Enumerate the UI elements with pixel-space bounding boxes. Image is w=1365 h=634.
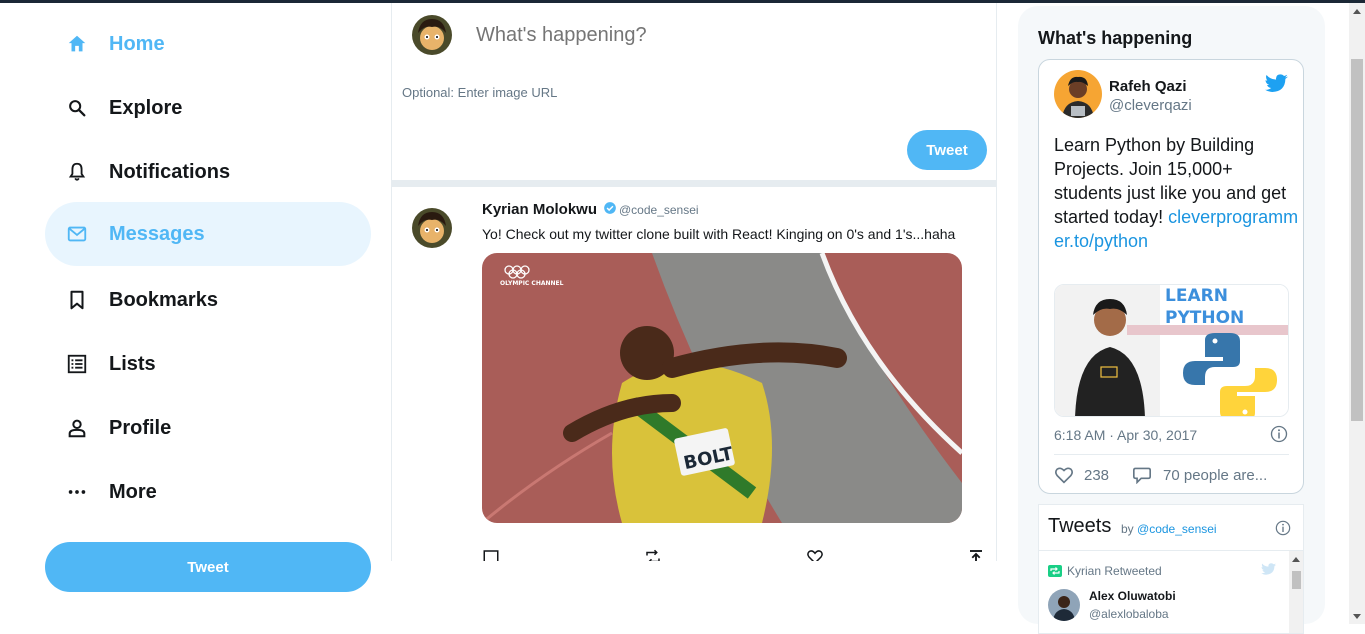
bell-icon: [65, 160, 89, 184]
timeline-scrollbar-thumb[interactable]: [1292, 571, 1301, 589]
sidebar-item-more[interactable]: More: [45, 460, 371, 524]
card-author-handle[interactable]: @cleverqazi: [1109, 97, 1192, 114]
timeline-title: Tweets: [1048, 515, 1112, 537]
page-scrollbar-thumb[interactable]: [1351, 59, 1363, 421]
sidebar-item-label: Messages: [109, 222, 205, 245]
sidebar-tweet-button[interactable]: Tweet: [45, 542, 371, 592]
sidebar-item-home[interactable]: Home: [45, 12, 371, 76]
verified-icon: [603, 201, 617, 220]
heart-icon[interactable]: [1054, 466, 1074, 484]
post-avatar[interactable]: [412, 208, 452, 248]
retweet-author-name[interactable]: Alex Oluwatobi: [1089, 589, 1176, 603]
reply-bubble-icon[interactable]: [1132, 466, 1152, 485]
home-icon: [65, 32, 89, 56]
twitter-bird-icon[interactable]: [1265, 74, 1289, 94]
sidebar-item-profile[interactable]: Profile: [45, 396, 371, 460]
sidebar-item-lists[interactable]: Lists: [45, 332, 371, 396]
image-url-input[interactable]: Optional: Enter image URL: [402, 85, 557, 100]
compose-input[interactable]: [474, 23, 978, 48]
widgets-title: What's happening: [1038, 28, 1193, 48]
sidebar-item-label: Notifications: [109, 160, 231, 183]
sidebar: Home Explore Notifications Messages Book…: [0, 3, 391, 624]
divider: [392, 180, 996, 187]
retweet-author-handle[interactable]: @alexlobaloba: [1089, 607, 1169, 621]
post-author-handle[interactable]: @code_sensei: [619, 203, 699, 217]
card-author-name[interactable]: Rafeh Qazi: [1109, 78, 1187, 95]
card-timestamp[interactable]: 6:18 AM · Apr 30, 2017: [1054, 427, 1197, 443]
heart-icon[interactable]: [806, 548, 824, 561]
divider: [1054, 454, 1289, 455]
scroll-down-arrow-icon[interactable]: [1353, 614, 1361, 619]
twitter-bird-icon[interactable]: [1261, 563, 1277, 576]
compose-tweet-button[interactable]: Tweet: [907, 130, 987, 170]
scroll-up-arrow-icon[interactable]: [1292, 557, 1300, 562]
page-scrollbar[interactable]: [1349, 3, 1365, 624]
comment-icon[interactable]: [482, 548, 500, 561]
sidebar-item-explore[interactable]: Explore: [45, 76, 371, 140]
replies-text[interactable]: 70 people are...: [1163, 467, 1267, 484]
card-avatar[interactable]: [1054, 70, 1102, 118]
widgets-panel: What's happening Rafeh Qazi @cleverqazi …: [1018, 6, 1325, 634]
like-count: 238: [1084, 467, 1110, 484]
sidebar-item-label: Home: [109, 32, 165, 55]
sidebar-item-messages[interactable]: Messages: [45, 202, 371, 266]
more-icon: [65, 480, 89, 504]
timeline-scrollbar[interactable]: [1289, 551, 1303, 633]
timeline-by: by @code_sensei: [1121, 522, 1217, 536]
timeline-author-link[interactable]: @code_sensei: [1137, 522, 1217, 536]
card-media[interactable]: LEARN PYTHON: [1054, 284, 1289, 417]
divider: [1039, 550, 1303, 551]
card-text: Learn Python by Building Projects. Join …: [1054, 133, 1304, 253]
search-icon: [65, 96, 89, 120]
sidebar-item-label: More: [109, 480, 157, 503]
scroll-up-arrow-icon[interactable]: [1353, 9, 1361, 14]
compose-avatar: [412, 15, 452, 55]
sidebar-item-label: Profile: [109, 416, 172, 439]
post-author-name[interactable]: Kyrian Molokwu: [482, 201, 597, 218]
feed: Optional: Enter image URL Tweet Kyrian M…: [391, 3, 997, 561]
embedded-tweet-card[interactable]: Rafeh Qazi @cleverqazi Learn Python by B…: [1038, 59, 1304, 494]
post-image[interactable]: BOLT OLYMPIC CHANNEL: [482, 253, 962, 523]
list-icon: [65, 352, 89, 376]
retweet-icon[interactable]: [644, 548, 662, 561]
tweets-timeline: Tweets by @code_sensei Kyrian Retweeted …: [1038, 504, 1304, 634]
sidebar-item-bookmarks[interactable]: Bookmarks: [45, 268, 371, 332]
retweet-author-avatar[interactable]: [1048, 589, 1080, 621]
person-icon: [65, 416, 89, 440]
media-learn-text: LEARN: [1165, 286, 1228, 306]
media-python-text: PYTHON: [1165, 308, 1244, 328]
retweet-icon: [1048, 564, 1062, 577]
sidebar-item-label: Bookmarks: [109, 288, 218, 311]
sidebar-item-notifications[interactable]: Notifications: [45, 140, 371, 204]
share-icon[interactable]: [967, 548, 985, 561]
mail-icon: [65, 222, 89, 246]
sidebar-item-label: Lists: [109, 352, 156, 375]
sidebar-item-label: Explore: [109, 96, 183, 119]
info-icon[interactable]: [1270, 425, 1288, 443]
timeline-by-text: by: [1121, 522, 1134, 536]
retweeted-label: Kyrian Retweeted: [1067, 564, 1162, 578]
olympic-channel-watermark: OLYMPIC CHANNEL: [500, 280, 564, 287]
post-text: Yo! Check out my twitter clone built wit…: [482, 226, 956, 242]
info-icon[interactable]: [1275, 520, 1291, 536]
bookmark-icon: [65, 288, 89, 312]
